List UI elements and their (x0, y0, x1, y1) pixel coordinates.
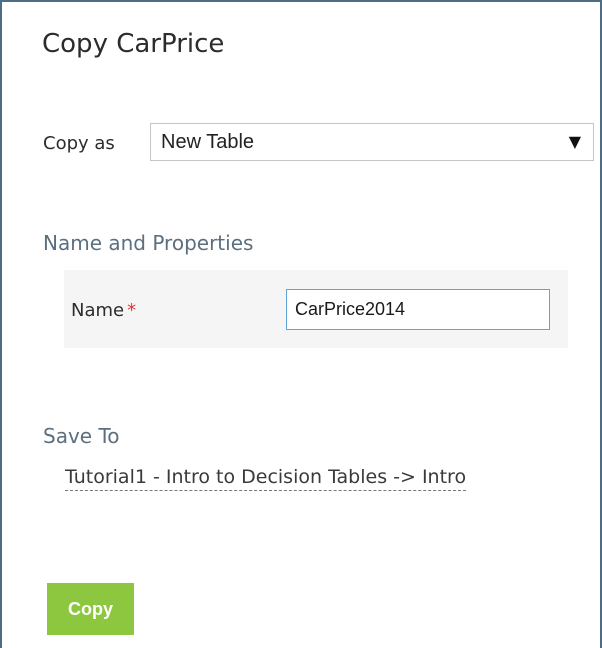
name-and-properties-heading: Name and Properties (43, 231, 254, 255)
name-input[interactable] (286, 289, 550, 330)
copy-as-selected-value: New Table (161, 131, 255, 153)
name-label-text: Name (71, 300, 125, 321)
required-marker: * (127, 300, 137, 321)
dialog-title: Copy CarPrice (42, 29, 225, 59)
copy-dialog: Copy CarPrice Copy as New Table ▼ Name a… (0, 0, 602, 648)
dropdown-triangle-icon: ▼ (568, 132, 581, 151)
save-to-heading: Save To (43, 424, 120, 448)
copy-as-label: Copy as (43, 133, 115, 154)
copy-as-select[interactable]: New Table ▼ (150, 123, 594, 161)
save-to-path-link[interactable]: Tutorial1 - Intro to Decision Tables -> … (65, 466, 467, 491)
copy-button[interactable]: Copy (47, 583, 134, 635)
properties-panel: Name * (64, 270, 568, 348)
name-label: Name * (71, 300, 136, 321)
